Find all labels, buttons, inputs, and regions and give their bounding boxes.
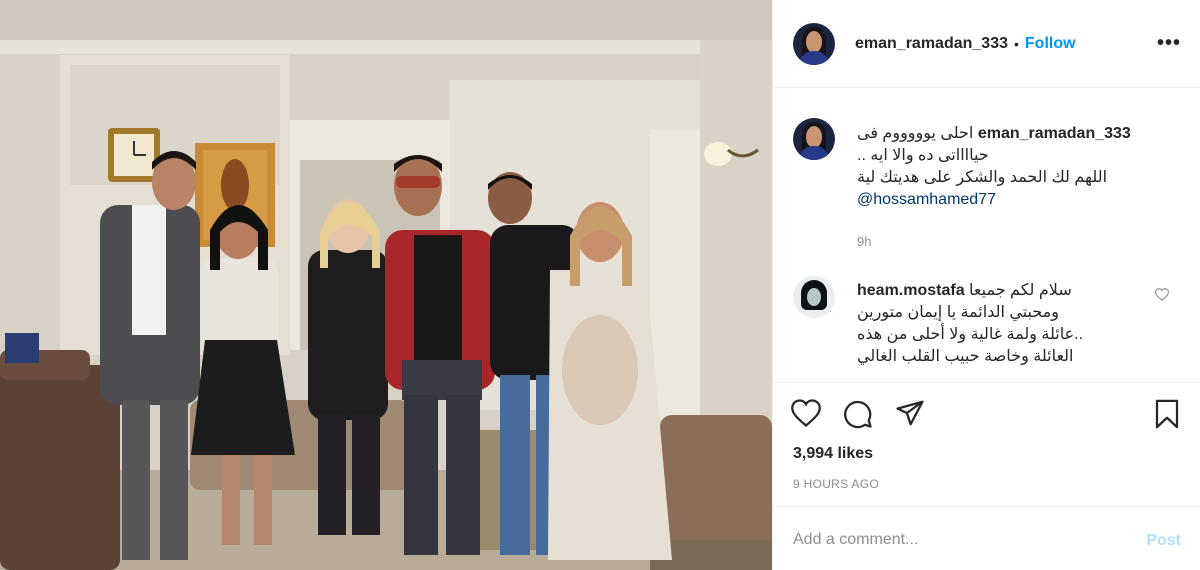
mention-link[interactable]: @hossamhamed77 — [857, 191, 996, 208]
post-photo[interactable] — [0, 0, 772, 570]
post-image — [0, 0, 772, 570]
comment-line: ..عائلة ولمة غالية ولا أحلى من هذه — [857, 326, 1084, 343]
likes-count[interactable]: 3,994 likes — [793, 445, 873, 463]
comment-icon[interactable] — [843, 399, 873, 434]
comment-line: العائلة وخاصة حبيب القلب الغالي — [857, 348, 1074, 365]
comment-input[interactable] — [793, 529, 1113, 551]
more-options-icon[interactable]: ••• — [1157, 33, 1181, 53]
comment-line: سلام لكم جميعا — [969, 282, 1072, 299]
commenter-username[interactable]: heam.mostafa — [857, 282, 965, 299]
add-comment-bar: Post — [773, 506, 1200, 570]
post-side-panel: eman_ramadan_333 • Follow ••• احلى يوووو… — [772, 0, 1200, 570]
post-timestamp[interactable]: 9 HOURS AGO — [793, 477, 879, 491]
post-comment-button[interactable]: Post — [1146, 532, 1181, 550]
bookmark-icon[interactable] — [1153, 399, 1181, 434]
caption-username[interactable]: eman_ramadan_333 — [978, 125, 1131, 142]
caption-line: احلى يوووووم فى — [857, 125, 974, 142]
caption-text: احلى يوووووم فى eman_ramadan_333 حياااات… — [857, 123, 1177, 253]
heart-icon[interactable] — [791, 399, 821, 432]
comment-like-heart-icon[interactable] — [1154, 288, 1170, 306]
caption-timestamp[interactable]: 9h — [857, 231, 1177, 253]
follow-button[interactable]: Follow — [1025, 35, 1076, 53]
author-username[interactable]: eman_ramadan_333 — [855, 35, 1008, 53]
post-actions: 3,994 likes 9 HOURS AGO — [773, 382, 1200, 506]
separator-dot: • — [1013, 35, 1019, 52]
commenter-avatar[interactable] — [793, 276, 835, 318]
author-avatar[interactable] — [793, 22, 835, 65]
comment-text: heam.mostafa سلام لكم جميعا ومحبتي الدائ… — [857, 280, 1137, 368]
caption-line: حيااااتى ده والا ايه .. — [857, 147, 989, 164]
comment-line: ومحبتي الدائمة يا إيمان متورين — [857, 304, 1059, 321]
paper-plane-icon[interactable] — [895, 399, 925, 432]
comments-list[interactable]: احلى يوووووم فى eman_ramadan_333 حياااات… — [773, 88, 1200, 382]
caption-avatar[interactable] — [793, 118, 835, 160]
caption-line: اللهم لك الحمد والشكر على هديتك لية — [857, 169, 1108, 186]
post-header: eman_ramadan_333 • Follow ••• — [773, 0, 1200, 88]
